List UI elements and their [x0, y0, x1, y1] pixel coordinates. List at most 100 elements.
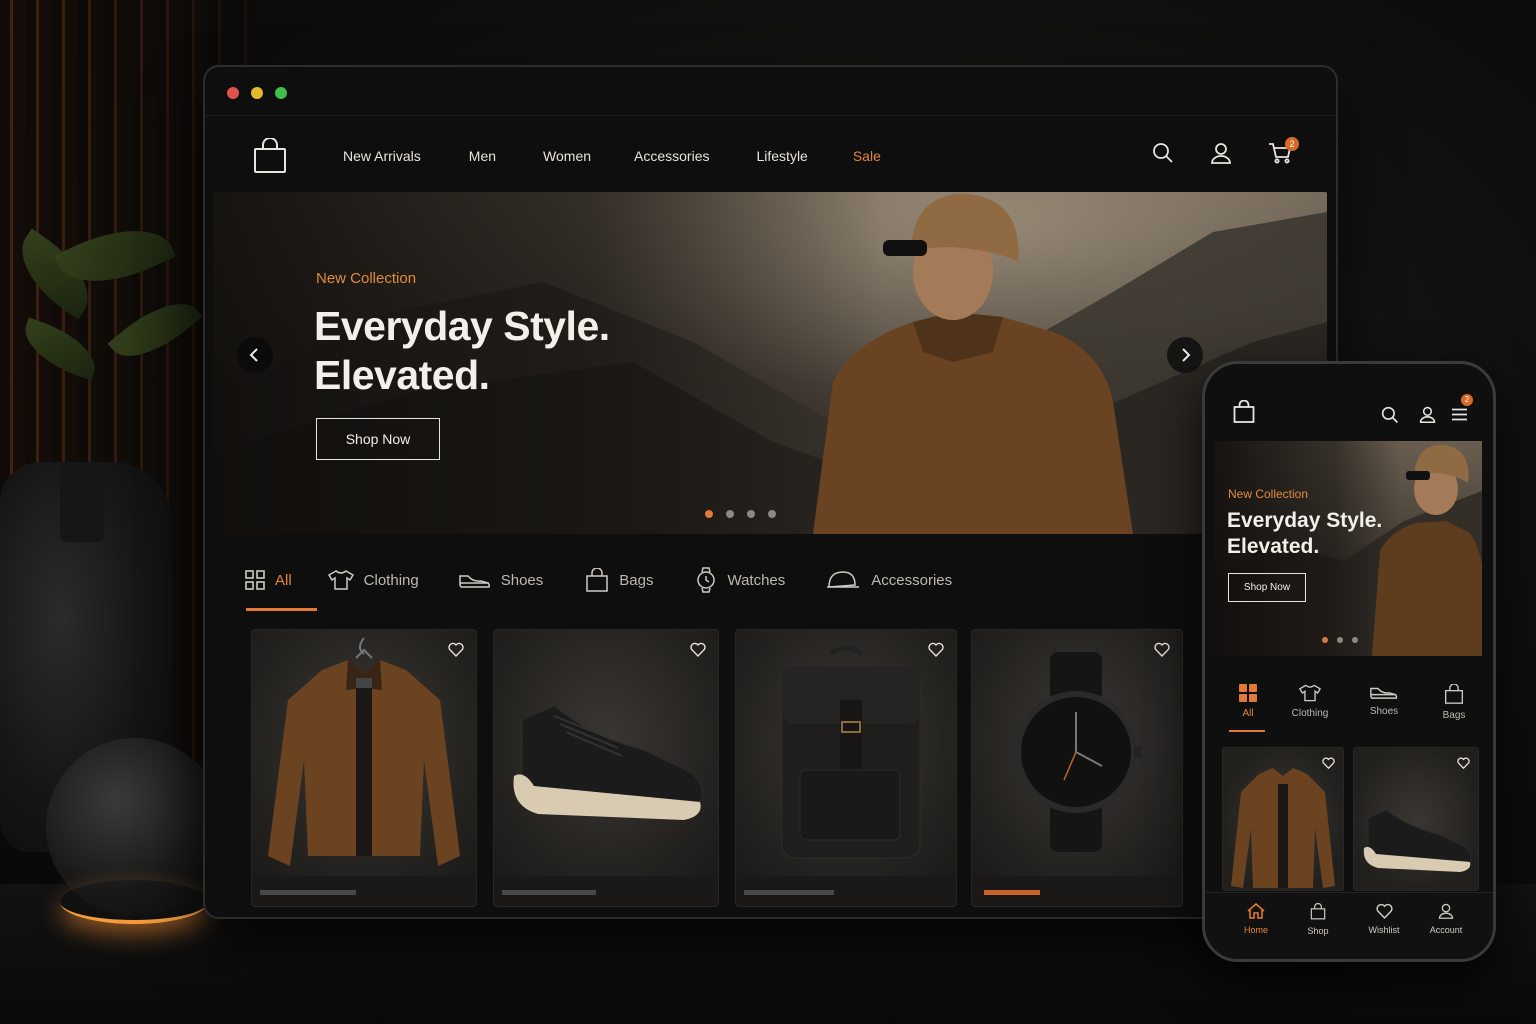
tab-account[interactable]: Account [1416, 903, 1476, 935]
bag-icon [586, 568, 609, 592]
window-maximize-button[interactable] [275, 87, 287, 99]
wishlist-heart-icon[interactable] [690, 642, 706, 662]
category-all[interactable]: All [245, 567, 292, 593]
nav-link-men[interactable]: Men [469, 148, 496, 164]
tab-label: Home [1243, 925, 1268, 935]
mobile-category-clothing[interactable]: Clothing [1280, 684, 1340, 719]
carousel-dot[interactable] [1322, 637, 1328, 643]
hero-kicker: New Collection [316, 270, 417, 287]
wishlist-heart-icon[interactable] [928, 642, 944, 662]
category-label: All [1242, 708, 1254, 719]
category-watches[interactable]: Watches [695, 567, 785, 593]
window-titlebar [205, 67, 1336, 116]
category-label: Clothing [363, 571, 419, 589]
mobile-menu-icon[interactable]: 2 [1452, 394, 1473, 426]
nav-link-lifestyle[interactable]: Lifestyle [756, 148, 807, 164]
product-card-jacket[interactable] [251, 629, 477, 907]
bag-icon [1445, 683, 1463, 704]
heart-icon [1375, 903, 1393, 919]
tab-home[interactable]: Home [1226, 902, 1286, 935]
tab-wishlist[interactable]: Wishlist [1354, 903, 1414, 935]
category-label: Accessories [871, 571, 953, 589]
wishlist-heart-icon[interactable] [1154, 642, 1170, 662]
window-close-button[interactable] [227, 87, 239, 99]
sneaker-image [513, 705, 703, 820]
backpack-image [781, 645, 921, 859]
mobile-category-all[interactable]: All [1218, 684, 1278, 719]
decor-vase-neck [60, 462, 104, 542]
tshirt-icon [1298, 684, 1322, 702]
hero-banner: New Collection Everyday Style. Elevated.… [213, 192, 1327, 534]
mobile-category-shoes[interactable]: Shoes [1354, 684, 1414, 717]
hero-prev-button[interactable] [237, 337, 273, 373]
mobile-phone-frame: 2 New Collection Everyday Style. Elevate… [1202, 361, 1496, 962]
hero-title: Everyday Style. Elevated. [314, 303, 610, 398]
mobile-search-icon[interactable] [1381, 406, 1399, 429]
watch-icon [697, 567, 716, 593]
category-accessories[interactable]: Accessories [825, 567, 952, 593]
cart-icon[interactable]: 2 [1268, 137, 1299, 169]
category-label: Bags [619, 571, 654, 589]
mobile-product-card-jacket[interactable] [1222, 747, 1344, 891]
home-icon [1247, 902, 1265, 919]
tshirt-icon [327, 570, 354, 590]
product-title-placeholder [744, 890, 834, 895]
category-label: Shoes [500, 571, 544, 589]
mobile-bottom-tabbar: Home Shop Wishlist Account [1205, 892, 1493, 959]
carousel-dot[interactable] [768, 510, 776, 518]
carousel-dot[interactable] [726, 510, 734, 518]
watch-image [1015, 652, 1142, 852]
hero-carousel-dots [705, 510, 776, 518]
nav-link-women[interactable]: Women [543, 148, 591, 164]
product-card-watch[interactable] [971, 629, 1183, 907]
mobile-hero-banner: New Collection Everyday Style. Elevated.… [1214, 441, 1482, 656]
product-image [494, 630, 718, 876]
carousel-dot[interactable] [705, 510, 713, 518]
search-icon[interactable] [1152, 142, 1174, 169]
category-bags[interactable]: Bags [585, 567, 653, 593]
category-shoes[interactable]: Shoes [458, 567, 544, 593]
category-label: All [275, 571, 292, 589]
grid-icon [245, 570, 265, 590]
mobile-header: 2 [1205, 364, 1493, 440]
logo-shopping-bag-icon[interactable] [253, 137, 287, 179]
account-icon[interactable] [1210, 142, 1232, 169]
chevron-left-icon [249, 348, 258, 362]
nav-link-accessories[interactable]: Accessories [634, 148, 709, 164]
wishlist-heart-icon[interactable] [448, 642, 464, 662]
mobile-logo-bag-icon[interactable] [1233, 399, 1255, 429]
product-card-backpack[interactable] [735, 629, 957, 907]
decor-orb-glow [60, 880, 208, 924]
nav-link-new-arrivals[interactable]: New Arrivals [343, 148, 421, 164]
active-category-indicator [246, 608, 317, 611]
category-clothing[interactable]: Clothing [327, 567, 419, 593]
mobile-active-category-indicator [1229, 730, 1265, 732]
window-minimize-button[interactable] [251, 87, 263, 99]
shoe-icon [1370, 687, 1398, 699]
shop-now-button[interactable]: Shop Now [316, 418, 440, 460]
mobile-account-icon[interactable] [1419, 406, 1436, 428]
desktop-browser-window: New Arrivals Men Women Accessories Lifes… [203, 65, 1338, 919]
mobile-shop-now-button[interactable]: Shop Now [1228, 573, 1306, 602]
wishlist-heart-icon[interactable] [1322, 756, 1335, 774]
product-image [736, 630, 956, 876]
tab-shop[interactable]: Shop [1288, 902, 1348, 936]
main-nav: New Arrivals Men Women Accessories Lifes… [343, 148, 881, 164]
wishlist-heart-icon[interactable] [1457, 756, 1470, 774]
carousel-dot[interactable] [1352, 637, 1358, 643]
product-title-placeholder [260, 890, 356, 895]
mobile-product-card-sneaker[interactable] [1353, 747, 1479, 891]
tab-label: Shop [1307, 926, 1329, 936]
carousel-dot[interactable] [1337, 637, 1343, 643]
category-label: Bags [1442, 710, 1466, 721]
mobile-category-bags[interactable]: Bags [1424, 683, 1484, 721]
product-image [972, 630, 1182, 876]
category-label: Clothing [1291, 708, 1329, 719]
hero-model [813, 193, 1133, 534]
cart-count-badge: 2 [1285, 137, 1299, 151]
product-card-sneaker[interactable] [493, 629, 719, 907]
nav-link-sale[interactable]: Sale [853, 148, 881, 164]
hero-next-button[interactable] [1167, 337, 1203, 373]
header-actions: 2 [1152, 137, 1299, 169]
carousel-dot[interactable] [747, 510, 755, 518]
